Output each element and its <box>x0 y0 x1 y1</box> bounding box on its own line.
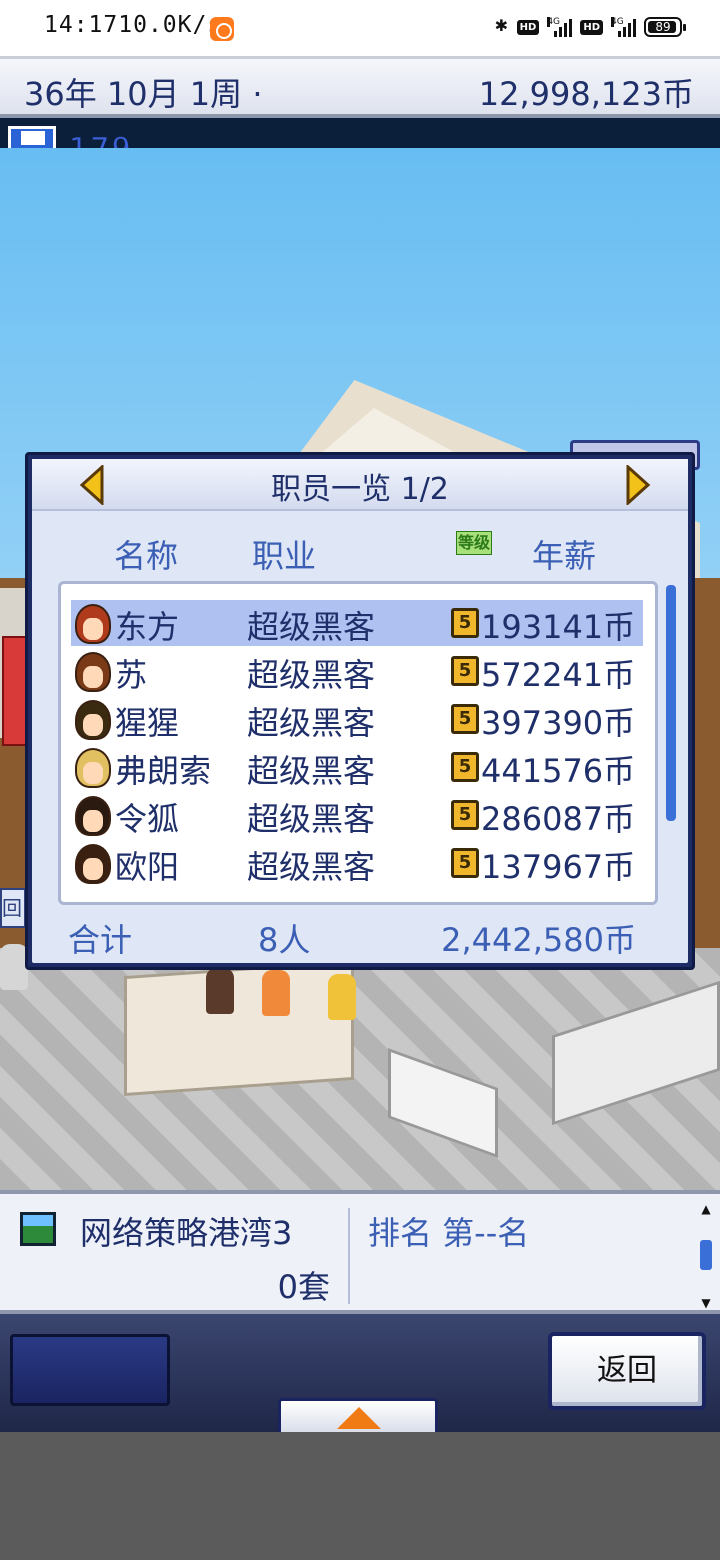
total-count: 8人 <box>258 921 311 959</box>
staff-salary: 441576币 <box>481 752 636 790</box>
signal-icon-2: 4G <box>611 17 636 37</box>
staff-name: 欧阳 <box>115 848 180 886</box>
staff-salary: 397390币 <box>481 704 636 742</box>
staff-job: 超级黑客 <box>247 608 376 646</box>
game-software-icon <box>20 1212 56 1246</box>
col-header-name[interactable]: 名称 <box>114 531 178 577</box>
dialog-title-text: 职员一览 1/2 <box>271 472 449 507</box>
battery-icon: 89 <box>644 17 686 37</box>
staff-row[interactable]: 弗朗索 超级黑客 5 441576币 <box>71 744 643 790</box>
staff-sprite[interactable] <box>206 968 234 1014</box>
staff-portrait-icon <box>75 796 111 836</box>
dialog-title: 职员一览 1/2 <box>32 459 688 511</box>
network-type-label-2: 4G <box>611 17 624 27</box>
level-icon: 5 <box>451 608 479 638</box>
staff-sprite[interactable] <box>328 974 356 1020</box>
staff-job: 超级黑客 <box>247 656 376 694</box>
staff-name: 苏 <box>115 656 148 694</box>
scroll-down-icon[interactable]: ▼ <box>698 1296 714 1310</box>
screen-record-icon <box>210 17 234 41</box>
clock-text: 14:17 <box>44 12 119 38</box>
menu-button[interactable] <box>10 1334 170 1406</box>
game-info-panel[interactable]: 网络策略港湾3 0套 排名 第--名 ▲ ▼ <box>0 1190 720 1314</box>
staff-row[interactable]: 东方 超级黑客 5 193141币 <box>71 600 643 646</box>
staff-name: 弗朗索 <box>115 752 212 790</box>
staff-portrait-icon <box>75 748 111 788</box>
nav-area <box>0 1432 720 1560</box>
signal-icon-1: 4G <box>547 17 573 37</box>
staff-row[interactable]: 猩猩 超级黑客 5 397390币 <box>71 696 643 742</box>
prev-page-button[interactable] <box>78 463 106 507</box>
staff-row[interactable]: 苏 超级黑客 5 572241币 <box>71 648 643 694</box>
game-date: 36年 10月 1周 · <box>24 75 263 113</box>
totals-row: 合计 8人 2,442,580币 <box>32 915 688 959</box>
list-scrollbar[interactable] <box>666 585 676 821</box>
staff-list-dialog: 职员一览 1/2 名称 职业 等级 年薪 东方 超级黑客 5 193141币 苏 <box>25 452 695 970</box>
staff-list: 东方 超级黑客 5 193141币 苏 超级黑客 5 572241币 猩猩 超级… <box>58 581 658 905</box>
staff-name: 猩猩 <box>115 704 180 742</box>
status-bar: 14:1710.0K/s HD 4G HD 4G 89 <box>0 0 720 56</box>
col-header-job[interactable]: 职业 <box>252 531 316 577</box>
top-info-bar: 36年 10月 1周 · 12,998,123币 <box>0 56 720 118</box>
bottom-controls: 返回 <box>0 1314 720 1438</box>
staff-portrait-icon <box>75 700 111 740</box>
col-header-salary[interactable]: 年薪 <box>532 531 596 577</box>
status-time: 14:1710.0K/s <box>44 12 222 38</box>
net-speed-text: 10.0K/s <box>118 12 223 38</box>
scroll-up-icon[interactable]: ▲ <box>698 1202 714 1216</box>
office-desk[interactable] <box>124 959 354 1097</box>
bluetooth-icon <box>495 16 509 38</box>
hd-badge-1: HD <box>516 19 540 35</box>
side-tab-button[interactable]: 回 <box>0 888 26 928</box>
level-icon: 5 <box>451 848 479 878</box>
staff-portrait-icon <box>75 604 111 644</box>
game-rank: 排名 第--名 <box>368 1214 530 1252</box>
staff-portrait-icon <box>75 652 111 692</box>
status-icons: HD 4G HD 4G 89 <box>495 16 686 38</box>
left-arrow-icon <box>79 463 104 507</box>
staff-salary: 137967币 <box>481 848 636 886</box>
dialog-body: 职员一览 1/2 名称 职业 等级 年薪 东方 超级黑客 5 193141币 苏 <box>32 459 688 963</box>
staff-job: 超级黑客 <box>247 800 376 838</box>
staff-name: 令狐 <box>115 800 180 838</box>
staff-row[interactable]: 欧阳 超级黑客 5 137967币 <box>71 840 643 886</box>
panel-scrollbar[interactable]: ▲ ▼ <box>698 1202 714 1310</box>
staff-salary: 193141币 <box>481 608 636 646</box>
staff-row[interactable]: 令狐 超级黑客 5 286087币 <box>71 792 643 838</box>
level-icon: 5 <box>451 752 479 782</box>
staff-sprite[interactable] <box>0 944 28 990</box>
level-icon: 5 <box>451 704 479 734</box>
staff-salary: 572241币 <box>481 656 636 694</box>
right-arrow-icon <box>626 463 651 507</box>
game-sales: 0套 <box>277 1268 330 1306</box>
staff-sprite[interactable] <box>262 970 290 1016</box>
game-title: 网络策略港湾3 <box>80 1214 293 1252</box>
battery-level: 89 <box>655 20 671 34</box>
staff-job: 超级黑客 <box>247 704 376 742</box>
staff-portrait-icon <box>75 844 111 884</box>
total-salary: 2,442,580币 <box>441 921 636 959</box>
network-type-label: 4G <box>547 17 561 27</box>
column-headers: 名称 职业 等级 年薪 <box>32 531 688 575</box>
scroll-thumb[interactable] <box>700 1240 712 1270</box>
level-icon: 5 <box>451 800 479 830</box>
next-page-button[interactable] <box>624 463 652 507</box>
total-label: 合计 <box>68 921 133 959</box>
staff-salary: 286087币 <box>481 800 636 838</box>
hd-badge-2: HD <box>580 19 603 35</box>
panel-divider <box>348 1208 350 1304</box>
level-header-icon[interactable]: 等级 <box>456 531 493 555</box>
return-button[interactable]: 返回 <box>548 1332 706 1410</box>
level-icon: 5 <box>451 656 479 686</box>
staff-job: 超级黑客 <box>247 848 376 886</box>
staff-job: 超级黑客 <box>247 752 376 790</box>
staff-name: 东方 <box>115 608 180 646</box>
money-total: 12,998,123币 <box>478 75 694 113</box>
